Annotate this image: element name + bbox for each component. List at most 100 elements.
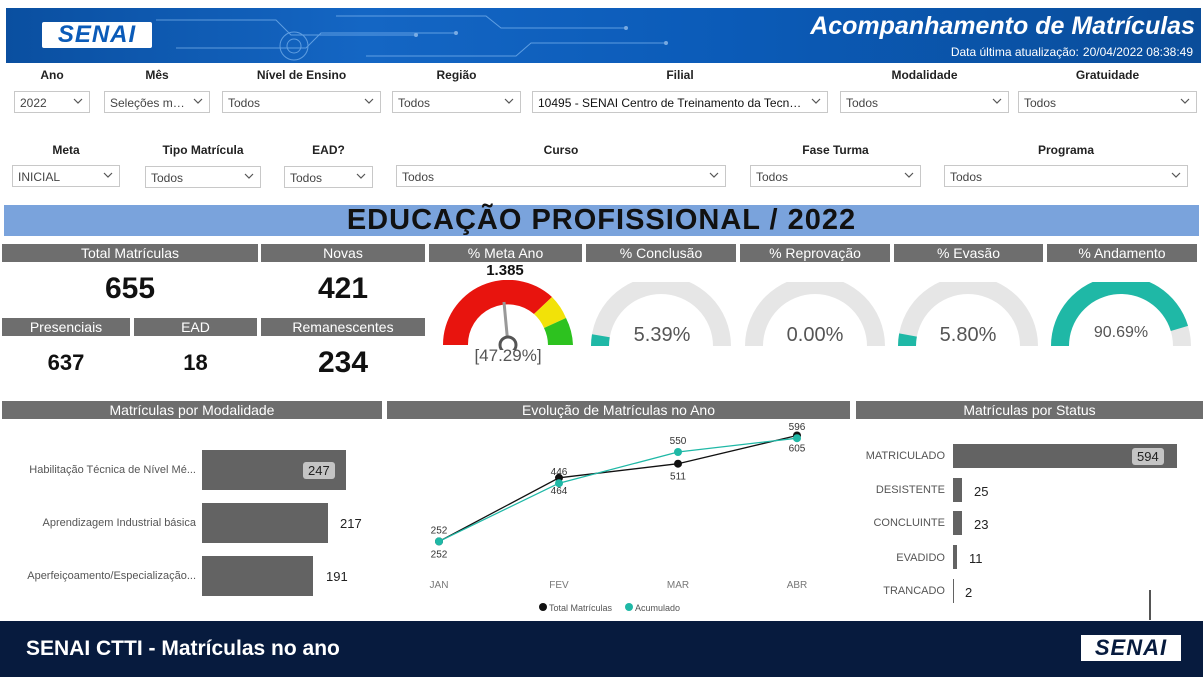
filter-tipo-matricula-value: Todos — [151, 171, 184, 185]
modalidade-title: Matrículas por Modalidade — [2, 401, 382, 419]
status-bar[interactable] — [953, 511, 962, 535]
data-point — [555, 479, 563, 488]
status-label: DESISTENTE — [875, 484, 945, 496]
kpi-remanescentes-value: 234 — [317, 346, 369, 379]
status-label: CONCLUINTE — [873, 517, 945, 529]
filter-nivel-dropdown[interactable]: Todos — [222, 91, 381, 113]
filter-regiao-dropdown[interactable]: Todos — [392, 91, 521, 113]
filter-label-gratuidade: Gratuidade — [1075, 68, 1140, 82]
status-value: 2 — [965, 585, 973, 600]
filter-gratuidade-value: Todos — [1024, 96, 1057, 110]
filter-label-fase-turma: Fase Turma — [802, 143, 869, 157]
filter-modalidade-value: Todos — [846, 96, 879, 110]
filter-label-tipo-matricula: Tipo Matrícula — [162, 143, 244, 157]
gauge-reprovacao-label: % Reprovação — [740, 244, 890, 262]
filter-meta-dropdown[interactable]: INICIAL — [12, 165, 120, 187]
filter-programa-dropdown[interactable]: Todos — [944, 165, 1188, 187]
status-label: MATRICULADO — [865, 450, 945, 462]
status-bar[interactable] — [953, 579, 954, 603]
status-title: Matrículas por Status — [856, 401, 1203, 419]
filter-nivel-value: Todos — [228, 96, 261, 110]
filter-label-mes: Mês — [145, 68, 169, 82]
senai-logo: SENAI — [42, 21, 152, 48]
chevron-down-icon — [364, 98, 374, 104]
status-bar[interactable] — [953, 478, 962, 502]
chevron-down-icon — [193, 98, 203, 104]
status-label: TRANCADO — [883, 585, 945, 597]
chevron-down-icon — [992, 98, 1002, 104]
filter-curso-dropdown[interactable]: Todos — [396, 165, 726, 187]
filter-label-regiao: Região — [436, 68, 477, 82]
modalidade-bar[interactable] — [202, 556, 313, 596]
last-update: Data última atualização: 20/04/2022 08:38… — [950, 45, 1193, 59]
filter-label-programa: Programa — [1037, 143, 1095, 157]
data-label: 605 — [789, 444, 806, 455]
x-tick-label: MAR — [667, 580, 689, 591]
gauge-evasao-value: 5.80% — [939, 324, 997, 346]
filter-label-ead: EAD? — [312, 143, 345, 157]
scrollbar[interactable] — [1149, 590, 1151, 620]
chevron-down-icon — [709, 172, 719, 178]
data-label: 550 — [670, 436, 687, 447]
kpi-total-label: Total Matrículas — [2, 244, 258, 262]
filter-label-meta: Meta — [52, 143, 80, 157]
modalidade-label: Aperfeiçoamento/Especialização... — [27, 570, 196, 582]
chevron-down-icon — [244, 173, 254, 179]
gauge-meta — [442, 280, 573, 350]
filter-ead-dropdown[interactable]: Todos — [284, 166, 373, 188]
chevron-down-icon — [1180, 98, 1190, 104]
filter-regiao-value: Todos — [398, 96, 431, 110]
legend-label: Total Matrículas — [549, 603, 613, 613]
data-point — [674, 459, 682, 468]
page-title: Acompanhamento de Matrículas — [810, 12, 1195, 40]
filter-modalidade-dropdown[interactable]: Todos — [840, 91, 1009, 113]
kpi-novas-label: Novas — [261, 244, 425, 262]
kpi-presenciais-value: 637 — [47, 350, 85, 375]
status-label: EVADIDO — [896, 552, 945, 564]
modalidade-label: Aprendizagem Industrial básica — [42, 517, 196, 529]
status-value: 25 — [974, 484, 989, 499]
kpi-ead-label: EAD — [134, 318, 257, 336]
filter-fase-turma-dropdown[interactable]: Todos — [750, 165, 921, 187]
chevron-down-icon — [103, 172, 113, 178]
filter-ead-value: Todos — [290, 171, 323, 185]
chevron-down-icon — [504, 98, 514, 104]
kpi-remanescentes-label: Remanescentes — [261, 318, 425, 336]
filter-label-nivel: Nível de Ensino — [256, 68, 347, 82]
gauge-andamento-label: % Andamento — [1047, 244, 1197, 262]
chevron-down-icon — [1171, 172, 1181, 178]
x-tick-label: FEV — [549, 580, 569, 591]
filter-programa-value: Todos — [950, 170, 983, 184]
evolucao-title: Evolução de Matrículas no Ano — [387, 401, 850, 419]
data-point — [674, 448, 682, 456]
modalidade-bar[interactable] — [202, 503, 328, 543]
status-value: 594 — [1132, 448, 1164, 465]
data-point — [435, 537, 443, 546]
gauge-reprovacao-value: 0.00% — [786, 324, 844, 346]
filter-ano-value: 2022 — [20, 96, 47, 110]
data-point — [793, 434, 801, 443]
filter-tipo-matricula-dropdown[interactable]: Todos — [145, 166, 261, 188]
data-label: 596 — [789, 422, 806, 433]
filter-ano-dropdown[interactable]: 2022 — [14, 91, 90, 113]
kpi-novas-value: 421 — [317, 272, 369, 305]
filter-label-ano: Ano — [40, 68, 64, 82]
chevron-down-icon — [73, 98, 83, 104]
filter-label-filial: Filial — [666, 68, 694, 82]
gauge-meta-value: [47.29%] — [474, 346, 542, 365]
data-label: 511 — [670, 472, 686, 483]
filter-filial-dropdown[interactable]: 10495 - SENAI Centro de Treinamento da T… — [532, 91, 828, 113]
filter-gratuidade-dropdown[interactable]: Todos — [1018, 91, 1197, 113]
status-value: 23 — [974, 517, 989, 532]
legend-marker — [539, 603, 547, 611]
status-bar[interactable] — [953, 545, 957, 569]
gauge-meta-target: 1.385 — [486, 262, 524, 279]
data-label: 252 — [431, 549, 448, 560]
filter-mes-dropdown[interactable]: Seleções múl... — [104, 91, 210, 113]
modalidade-label: Habilitação Técnica de Nível Mé... — [29, 464, 196, 476]
status-value: 11 — [969, 551, 983, 566]
gauge-conclusao-value: 5.39% — [633, 324, 691, 346]
filter-label-modalidade: Modalidade — [891, 68, 958, 82]
data-label: 252 — [431, 525, 448, 536]
legend-marker — [625, 603, 633, 611]
